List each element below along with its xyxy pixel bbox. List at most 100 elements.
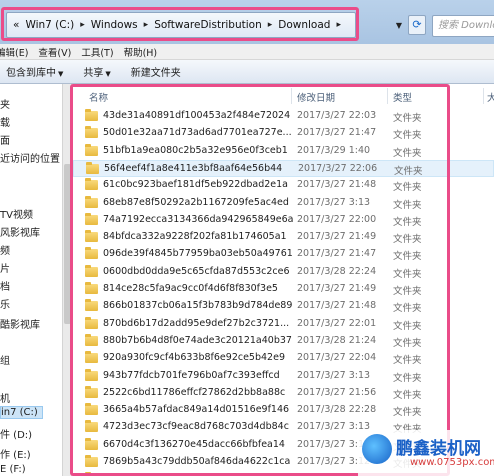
nav-item[interactable]: 夹 <box>0 96 10 111</box>
nav-item[interactable]: 档 <box>0 278 10 293</box>
file-row[interactable]: 814ce28c5fa9ac9cc0f4d6f8f830f3e5 2017/3/2… <box>73 281 494 298</box>
column-size[interactable]: 大 <box>487 90 494 104</box>
folder-icon <box>85 403 98 416</box>
column-divider[interactable] <box>387 88 388 104</box>
menu-tools[interactable]: 工具(T) <box>81 45 113 59</box>
back-arrow-icon[interactable]: « <box>13 19 19 31</box>
file-row[interactable]: 6670d4c3f136270e45dacc66bfbfea14 2017/3/2… <box>73 437 494 454</box>
file-list: 名称 修改日期 类型 大 43de31a40891df100453a2f484e… <box>73 84 494 476</box>
file-date: 2017/3/27 22:01 <box>297 317 377 329</box>
folder-icon <box>85 212 98 225</box>
nav-item[interactable]: 近访问的位置 <box>0 150 60 165</box>
file-row[interactable]: 74a7192ecca3134366da942965849e6a 2017/3/2… <box>73 212 494 229</box>
column-header: 名称 修改日期 类型 大 <box>73 88 494 104</box>
file-row[interactable]: 943b77fdcb701fe796b0af7c393effcd 2017/3/2… <box>73 368 494 385</box>
file-name: 56f4eef4f1a8e411e3bf8aaf64e56b44 <box>104 162 283 174</box>
file-name: 84bfdca332a9228f202fa81b174605a1 <box>103 231 287 243</box>
menu-edit[interactable]: 编辑(E) <box>0 45 28 59</box>
file-row[interactable]: 3665a4b57afdac849a14d01516e9f146 2017/3/2… <box>73 402 494 419</box>
chevron-right-icon[interactable]: ▸ <box>336 20 341 30</box>
file-row[interactable]: 0600dbd0dda9e5c65cfda87d553c2ce6 2017/3/2… <box>73 264 494 281</box>
file-row[interactable]: 51bfb1a9ea080c2b5a32e956e0f3ceb1 2017/3/2… <box>73 143 494 160</box>
file-date: 2017/3/27 21:56 <box>297 386 377 398</box>
chevron-right-icon[interactable]: ▸ <box>80 20 85 30</box>
file-row[interactable]: 4723d3ec73cf9eac8d768c703d4db84c 2017/3/2… <box>73 419 494 436</box>
chevron-right-icon[interactable]: ▸ <box>268 20 273 30</box>
folder-icon <box>85 143 98 156</box>
nav-item[interactable]: 载 <box>0 114 10 129</box>
breadcrumb-windows[interactable]: Windows <box>91 19 138 31</box>
file-row[interactable]: 870bd6b17d2add95e9def27b2c3721... 2017/3/… <box>73 316 494 333</box>
file-row[interactable]: 43de31a40891df100453a2f484e72024 2017/3/2… <box>73 108 494 125</box>
folder-icon <box>85 316 98 329</box>
share-button[interactable]: 共享 ▼ <box>77 64 116 79</box>
folder-icon <box>85 195 98 208</box>
breadcrumb-softwaredistribution[interactable]: SoftwareDistribution <box>154 19 262 31</box>
file-type: 文件夹 <box>393 320 422 332</box>
file-type: 文件夹 <box>393 303 422 315</box>
scrollbar-thumb[interactable] <box>64 164 71 324</box>
file-type: 文件夹 <box>393 199 422 211</box>
file-date: 2017/3/27 3:13 <box>297 421 371 433</box>
file-row[interactable]: 866b01837cb06a15f3b783b9d784de89 2017/3/2… <box>73 298 494 315</box>
file-row[interactable]: 8826d7a2f752a965bd4362695cc0a6a22017/3/2… <box>73 471 494 476</box>
file-type: 文件夹 <box>393 441 422 453</box>
nav-item[interactable]: E (F:) <box>0 464 26 475</box>
folder-icon <box>85 178 98 191</box>
file-type: 文件夹 <box>393 389 422 401</box>
include-in-library-button[interactable]: 包含到库中 ▼ <box>0 64 69 79</box>
file-row[interactable]: 920a930fc9cf4b633b8f6e92ce5b42e9 2017/3/2… <box>73 350 494 367</box>
menu-help[interactable]: 帮助(H) <box>124 45 158 59</box>
file-date: 2017/3/27 21:48 <box>297 300 377 312</box>
file-row[interactable]: 68eb87e8f50292a2b1167209fe5ac4ed 2017/3/2… <box>73 195 494 212</box>
file-row[interactable]: 880b7b6b4d8f0e74ade3c20121a40b37 2017/3/2… <box>73 333 494 350</box>
folder-icon <box>85 455 98 467</box>
file-type: 文件夹 <box>393 182 422 194</box>
column-divider[interactable] <box>483 88 484 104</box>
search-input[interactable]: 搜索 Download <box>432 15 494 37</box>
file-row[interactable]: 50d01e32aa71d73ad6ad7701ea727e... 2017/3/… <box>73 125 494 142</box>
nav-item[interactable]: 片 <box>0 260 10 275</box>
file-type: 文件夹 <box>394 165 423 177</box>
column-date[interactable]: 修改日期 <box>297 90 335 104</box>
file-row[interactable]: 84bfdca332a9228f202fa81b174605a1 2017/3/2… <box>73 229 494 246</box>
menu-view[interactable]: 查看(V) <box>38 45 71 59</box>
file-row[interactable]: 096de39f4845b77959ba03eb50a49761 2017/3/2… <box>73 246 494 263</box>
folder-icon <box>85 282 98 294</box>
file-row[interactable]: 61c0bc923baef181df5eb922dbad2e1a 2017/3/2… <box>73 177 494 194</box>
nav-item[interactable]: 作 (E:) <box>0 446 31 461</box>
nav-scrollbar[interactable] <box>62 84 72 476</box>
column-type[interactable]: 类型 <box>393 90 412 104</box>
new-folder-button[interactable]: 新建文件夹 <box>125 64 187 79</box>
file-row[interactable]: 2522c6bd11786effcf27862d2bb8a88c 2017/3/2… <box>73 385 494 402</box>
folder-icon <box>85 299 98 312</box>
breadcrumb-download[interactable]: Download <box>278 19 330 31</box>
nav-item[interactable]: 面 <box>0 132 10 147</box>
column-name[interactable]: 名称 <box>89 90 108 104</box>
column-divider[interactable] <box>291 88 292 104</box>
nav-item[interactable]: 机 <box>0 390 10 405</box>
chevron-right-icon[interactable]: ▸ <box>144 20 149 30</box>
nav-item[interactable]: 频 <box>0 242 10 257</box>
address-bar[interactable]: « Win7 (C:) ▸ Windows ▸ SoftwareDistribu… <box>6 12 356 38</box>
file-date: 2017/3/27 21:47 <box>297 248 377 260</box>
nav-item[interactable]: 乐 <box>0 296 10 311</box>
refresh-icon[interactable]: ⟳ <box>408 15 426 35</box>
file-type: 文件夹 <box>393 459 422 470</box>
nav-item-drive-c[interactable]: in7 (C:) <box>0 406 43 419</box>
file-row[interactable]: 56f4eef4f1a8e411e3bf8aaf64e56b44 2017/3/2… <box>73 159 494 177</box>
file-row[interactable]: 7869b5a43c79ddb50af846da4622c1ca 2017/3/2… <box>73 454 494 471</box>
nav-item[interactable]: 组 <box>0 352 10 367</box>
nav-item[interactable]: 风影视库 <box>0 224 40 239</box>
address-history-dropdown[interactable]: ▼ <box>392 16 406 36</box>
file-date: 2017/3/29 1:40 <box>297 144 371 156</box>
nav-item[interactable]: 酷影视库 <box>0 316 40 331</box>
breadcrumb-drive[interactable]: Win7 (C:) <box>25 19 74 31</box>
file-type: 文件夹 <box>393 424 422 436</box>
nav-item[interactable]: 件 (D:) <box>0 426 32 441</box>
file-date: 2017/3/27 3:13 <box>297 369 371 381</box>
chevron-down-icon: ▼ <box>105 70 111 78</box>
file-name: 866b01837cb06a15f3b783b9d784de89 <box>103 300 293 312</box>
folder-icon <box>85 333 98 346</box>
nav-item[interactable]: TV视频 <box>0 206 33 221</box>
